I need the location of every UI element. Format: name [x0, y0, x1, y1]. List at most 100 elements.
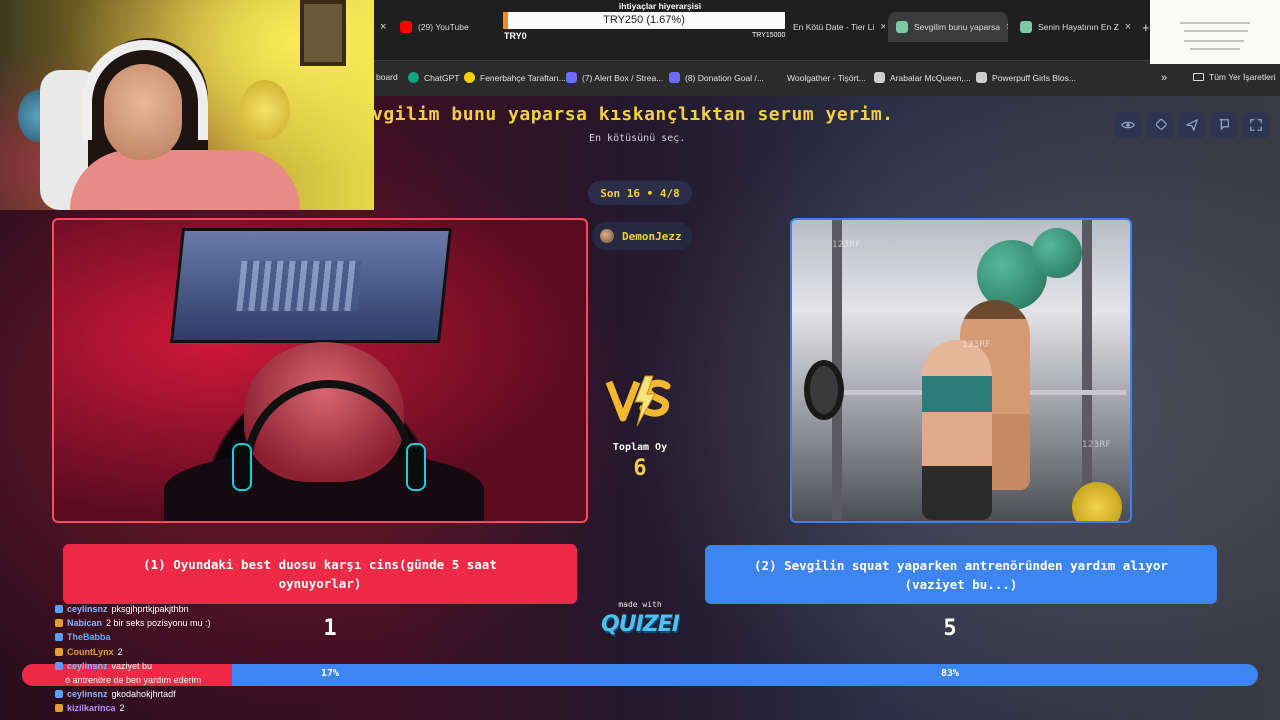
avatar — [600, 229, 614, 243]
donation-goal-min: TRY0 — [504, 31, 527, 41]
folder-icon — [1193, 73, 1204, 81]
chat-username[interactable]: ceylinsnz — [67, 689, 108, 699]
watermark: 123RF — [962, 340, 991, 350]
bookmark-alert-box[interactable]: (7) Alert Box / Strea... — [566, 72, 663, 83]
chat-text: 2 bir seks pozisyonu mu :) — [106, 618, 211, 628]
round-indicator: Son 16 • 4/8 — [588, 181, 692, 205]
chat-message: ceylinsnz pksgjhprtkjpakjthbn — [55, 604, 189, 614]
bookmark-chatgpt[interactable]: ChatGPT — [408, 72, 459, 83]
total-votes-label: Toplam Oy — [612, 442, 668, 453]
bookmark-woolgather[interactable]: Woolgather - Tişört... — [771, 72, 866, 83]
gym-ball-illustration — [1032, 228, 1082, 278]
option-right-percent: 83% — [940, 668, 960, 679]
tab-youtube[interactable]: (29) YouTube — [392, 12, 510, 42]
bookmark-donation-goal[interactable]: (8) Donation Goal /... — [669, 72, 764, 83]
close-icon[interactable]: × — [1125, 21, 1131, 33]
option-left-button[interactable]: (1) Oyundaki best duosu karşı cins(günde… — [63, 544, 577, 604]
streamelements-icon — [566, 72, 577, 83]
chat-username[interactable]: ceylinsnz — [67, 604, 108, 614]
chat-text: 2 — [119, 703, 125, 713]
watermark: 123RF — [832, 240, 861, 250]
fullscreen-icon — [1250, 119, 1262, 131]
option-left-vote-count: 1 — [323, 616, 337, 641]
chat-text: gkodahokjhrtadf — [111, 689, 176, 699]
send-icon — [1186, 119, 1198, 131]
person-illustration — [922, 340, 992, 520]
chat-badge-icon — [55, 633, 63, 641]
chat-text: o antrenöre de ben yardım ederim — [65, 675, 202, 685]
rack-illustration — [1082, 220, 1092, 520]
vote-split-bar — [22, 664, 1258, 686]
chat-message: Nabican 2 bir seks pozisyonu mu :) — [55, 618, 211, 628]
page-title: vgilim bunu yaparsa kıskançlıktan serum … — [372, 104, 894, 125]
report-button[interactable] — [1211, 112, 1237, 138]
share-button[interactable] — [1179, 112, 1205, 138]
chat-username[interactable]: CountLynx — [67, 647, 114, 657]
chat-username[interactable]: TheBabba — [67, 632, 111, 642]
chat-badge-icon — [55, 690, 63, 698]
quizei-tab-icon — [1020, 21, 1032, 33]
bookmark-powerpuff[interactable]: Powerpuff Girls Blos... — [976, 72, 1076, 83]
page-icon — [976, 72, 987, 83]
donation-goal-label: TRY250 (1.67%) — [603, 14, 685, 26]
chat-message: CountLynx 2 — [55, 647, 123, 657]
chat-badge-icon — [55, 648, 63, 656]
donation-goal-max: TRY15000 — [752, 32, 786, 39]
all-bookmarks-button[interactable]: Tüm Yer İşaretleri — [1193, 72, 1276, 82]
chat-username[interactable]: Nabican — [67, 618, 102, 628]
tab-sevgilim[interactable]: Sevgilim bunu yaparsa × — [888, 12, 1008, 42]
author-badge[interactable]: DemonJezz — [592, 222, 692, 250]
weight-plate-illustration — [1072, 482, 1122, 521]
option-left-image[interactable] — [52, 218, 588, 523]
page-icon — [874, 72, 885, 83]
streamer-shirt — [70, 150, 300, 210]
text-line — [1184, 40, 1244, 42]
bookmark-arabalar[interactable]: Arabalar McQueen,... — [874, 72, 971, 83]
corner-overlay-document — [1150, 0, 1280, 64]
chat-username[interactable]: ceylinsnz — [67, 661, 108, 671]
copy-icon — [1155, 118, 1167, 130]
woolgather-icon — [771, 72, 782, 83]
text-line — [1184, 30, 1248, 32]
quizei-logo[interactable]: QUIZEI — [597, 612, 683, 637]
made-with-label: made with — [618, 600, 662, 609]
chat-username[interactable]: kizilkarinca — [67, 703, 116, 713]
chat-message: kizilkarinca 2 — [55, 703, 125, 713]
eye-icon — [1121, 121, 1135, 129]
streamelements-icon — [669, 72, 680, 83]
text-line — [1180, 22, 1250, 24]
vs-icon — [605, 375, 671, 427]
chat-text: 2 — [117, 647, 123, 657]
monitor-illustration — [169, 228, 453, 343]
chatgpt-icon — [408, 72, 419, 83]
option-right-image[interactable]: 123RF 123RF 123RF — [790, 218, 1132, 523]
plush-toy — [240, 80, 290, 140]
option-left-percent: 17% — [320, 668, 340, 679]
chat-message: ceylinsnz vaziyet bu — [55, 661, 152, 671]
option-right-button[interactable]: (2) Sevgilin squat yaparken antrenöründe… — [705, 545, 1217, 604]
chat-text: pksgjhprtkjpakjthbn — [111, 604, 189, 614]
total-votes-value: 6 — [633, 456, 647, 481]
view-button[interactable] — [1115, 112, 1141, 138]
chat-text: vaziyet bu — [111, 661, 153, 671]
page-subtitle: En kötüsünü seç. — [589, 133, 686, 144]
fullscreen-button[interactable] — [1243, 112, 1269, 138]
tab-senin-hayatin[interactable]: Senin Hayatının En Z × — [1012, 12, 1136, 42]
chat-badge-icon — [55, 704, 63, 712]
chat-badge-icon — [55, 619, 63, 627]
close-icon[interactable]: × — [1006, 21, 1008, 33]
bookmarks-more-button[interactable]: » — [1161, 72, 1167, 84]
text-line — [1190, 48, 1240, 50]
quizei-tab-icon — [896, 21, 908, 33]
copy-button[interactable] — [1147, 112, 1173, 138]
close-icon[interactable]: × — [880, 21, 885, 33]
option-right-vote-count: 5 — [943, 616, 957, 641]
bookmark-fenerbahce[interactable]: Fenerbahçe Taraftarı... — [464, 72, 566, 83]
wall-frame — [300, 0, 346, 66]
weight-plate-illustration — [804, 360, 844, 420]
chat-message: TheBabba — [55, 632, 111, 642]
bookmark-item[interactable]: board — [376, 72, 398, 82]
tab-tier-list[interactable]: En Kötü Date - Tier Li × — [785, 12, 885, 42]
close-icon[interactable]: × — [372, 12, 392, 42]
webcam-feed — [0, 0, 374, 210]
